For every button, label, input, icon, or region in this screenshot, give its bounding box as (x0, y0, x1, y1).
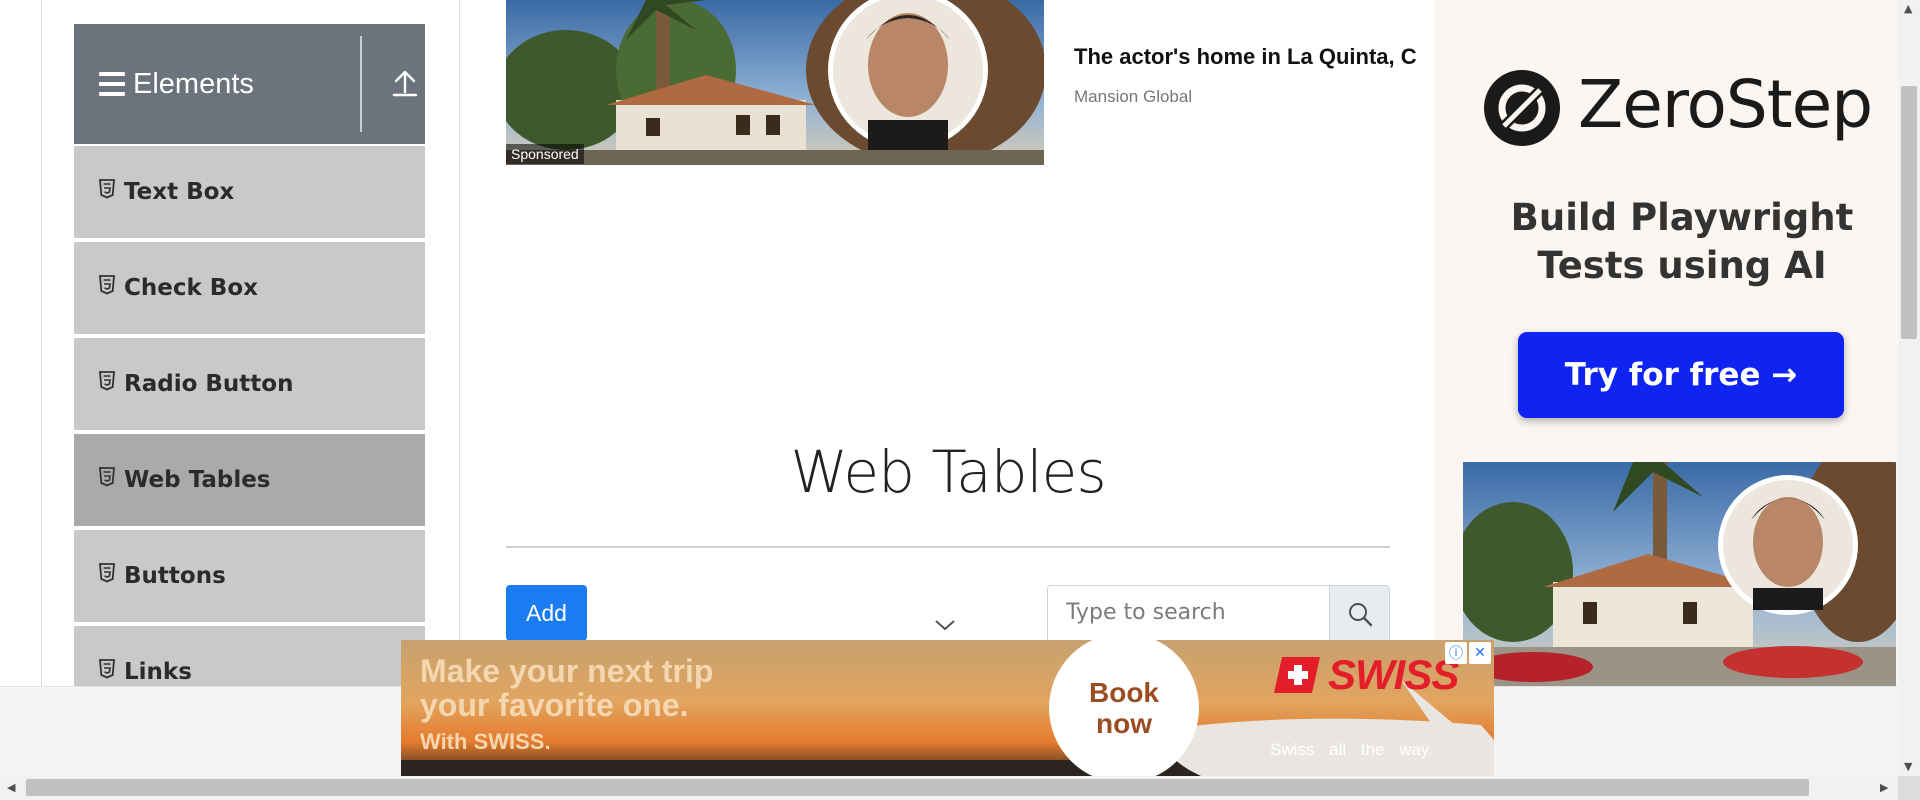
sidebar-item-label: Links (124, 659, 192, 685)
sidebar-item-web-tables[interactable]: Web Tables (74, 434, 425, 528)
book-now-button[interactable]: Book now (1049, 633, 1199, 776)
title-divider (506, 546, 1390, 548)
left-column-border (41, 0, 42, 686)
ad-house-image[interactable] (1463, 462, 1896, 686)
html5-icon (99, 659, 115, 679)
sidebar-item-radio-button[interactable]: Radio Button (74, 338, 425, 432)
ad-headline[interactable]: The actor's home in La Quinta, C (1074, 44, 1434, 70)
info-icon[interactable]: ⓘ (1445, 642, 1467, 664)
html5-icon (99, 179, 115, 199)
html5-icon (99, 275, 115, 295)
sponsored-badge: Sponsored (506, 144, 584, 164)
scroll-down-icon[interactable]: ▼ (1904, 760, 1912, 773)
sidebar-item-text-box[interactable]: Text Box (74, 146, 425, 240)
sidebar-item-label: Text Box (124, 179, 235, 205)
elements-group-title: Elements (133, 67, 254, 100)
swiss-headline-line-2: your favorite one. (420, 687, 689, 723)
vertical-scroll-thumb[interactable] (1901, 86, 1917, 339)
search-button[interactable] (1329, 586, 1389, 642)
zerostep-brand: ZeroStep (1578, 66, 1873, 143)
add-button[interactable]: Add (506, 585, 587, 641)
book-now-line-1: Book (1089, 677, 1159, 708)
swiss-headline-line-1: Make your next trip (420, 653, 714, 689)
scroll-left-icon[interactable]: ◀ (7, 781, 15, 794)
scrollbar-corner (1898, 776, 1920, 800)
vertical-scrollbar[interactable]: ▲ ▼ (1898, 0, 1920, 776)
swiss-subline: With SWISS. (420, 729, 551, 754)
ad-source: Mansion Global (1074, 87, 1193, 106)
zerostep-tagline: Build Playwright Tests using AI (1510, 196, 1854, 287)
swiss-headline: Make your next trip your favorite one. (420, 654, 713, 722)
book-now-line-2: now (1096, 708, 1152, 739)
search-box (1047, 585, 1390, 643)
html5-icon (99, 467, 115, 487)
zerostep-logo-icon (1484, 70, 1560, 146)
swiss-slogan: Swiss all the way. (1270, 740, 1433, 759)
sidebar-item-label: Radio Button (124, 371, 294, 397)
upload-icon[interactable] (392, 68, 418, 98)
sidebar-item-buttons[interactable]: Buttons (74, 530, 425, 624)
close-icon[interactable]: ✕ (1469, 642, 1491, 664)
elements-group-header[interactable]: Elements (74, 24, 425, 144)
chevron-down-icon[interactable] (934, 618, 956, 632)
search-icon (1348, 603, 1372, 627)
page-title: Web Tables (790, 438, 1106, 506)
scroll-up-icon[interactable]: ▲ (1904, 2, 1912, 15)
sidebar-item-label: Web Tables (124, 467, 271, 493)
header-divider (360, 36, 362, 132)
swiss-flag-icon (1274, 657, 1320, 693)
sidebar-item-label: Check Box (124, 275, 258, 301)
swiss-brand: SWISS (1328, 651, 1459, 698)
try-for-free-button[interactable]: Try for free → (1518, 332, 1844, 418)
sidebar-item-check-box[interactable]: Check Box (74, 242, 425, 336)
search-input[interactable] (1066, 600, 1316, 625)
sidebar-right-border (459, 0, 460, 686)
swiss-logo: SWISS (1272, 651, 1459, 698)
html5-icon (99, 563, 115, 583)
html5-icon (99, 371, 115, 391)
horizontal-scrollbar[interactable]: ◀ ▶ (0, 776, 1898, 800)
sidebar-item-label: Buttons (124, 563, 226, 589)
horizontal-scroll-thumb[interactable] (26, 779, 1809, 796)
browser-viewport: Elements Text Box Check Box Radio Button… (0, 0, 1898, 776)
hamburger-icon (99, 72, 125, 96)
scroll-right-icon[interactable]: ▶ (1880, 781, 1888, 794)
ad-house-image[interactable] (506, 0, 1044, 165)
